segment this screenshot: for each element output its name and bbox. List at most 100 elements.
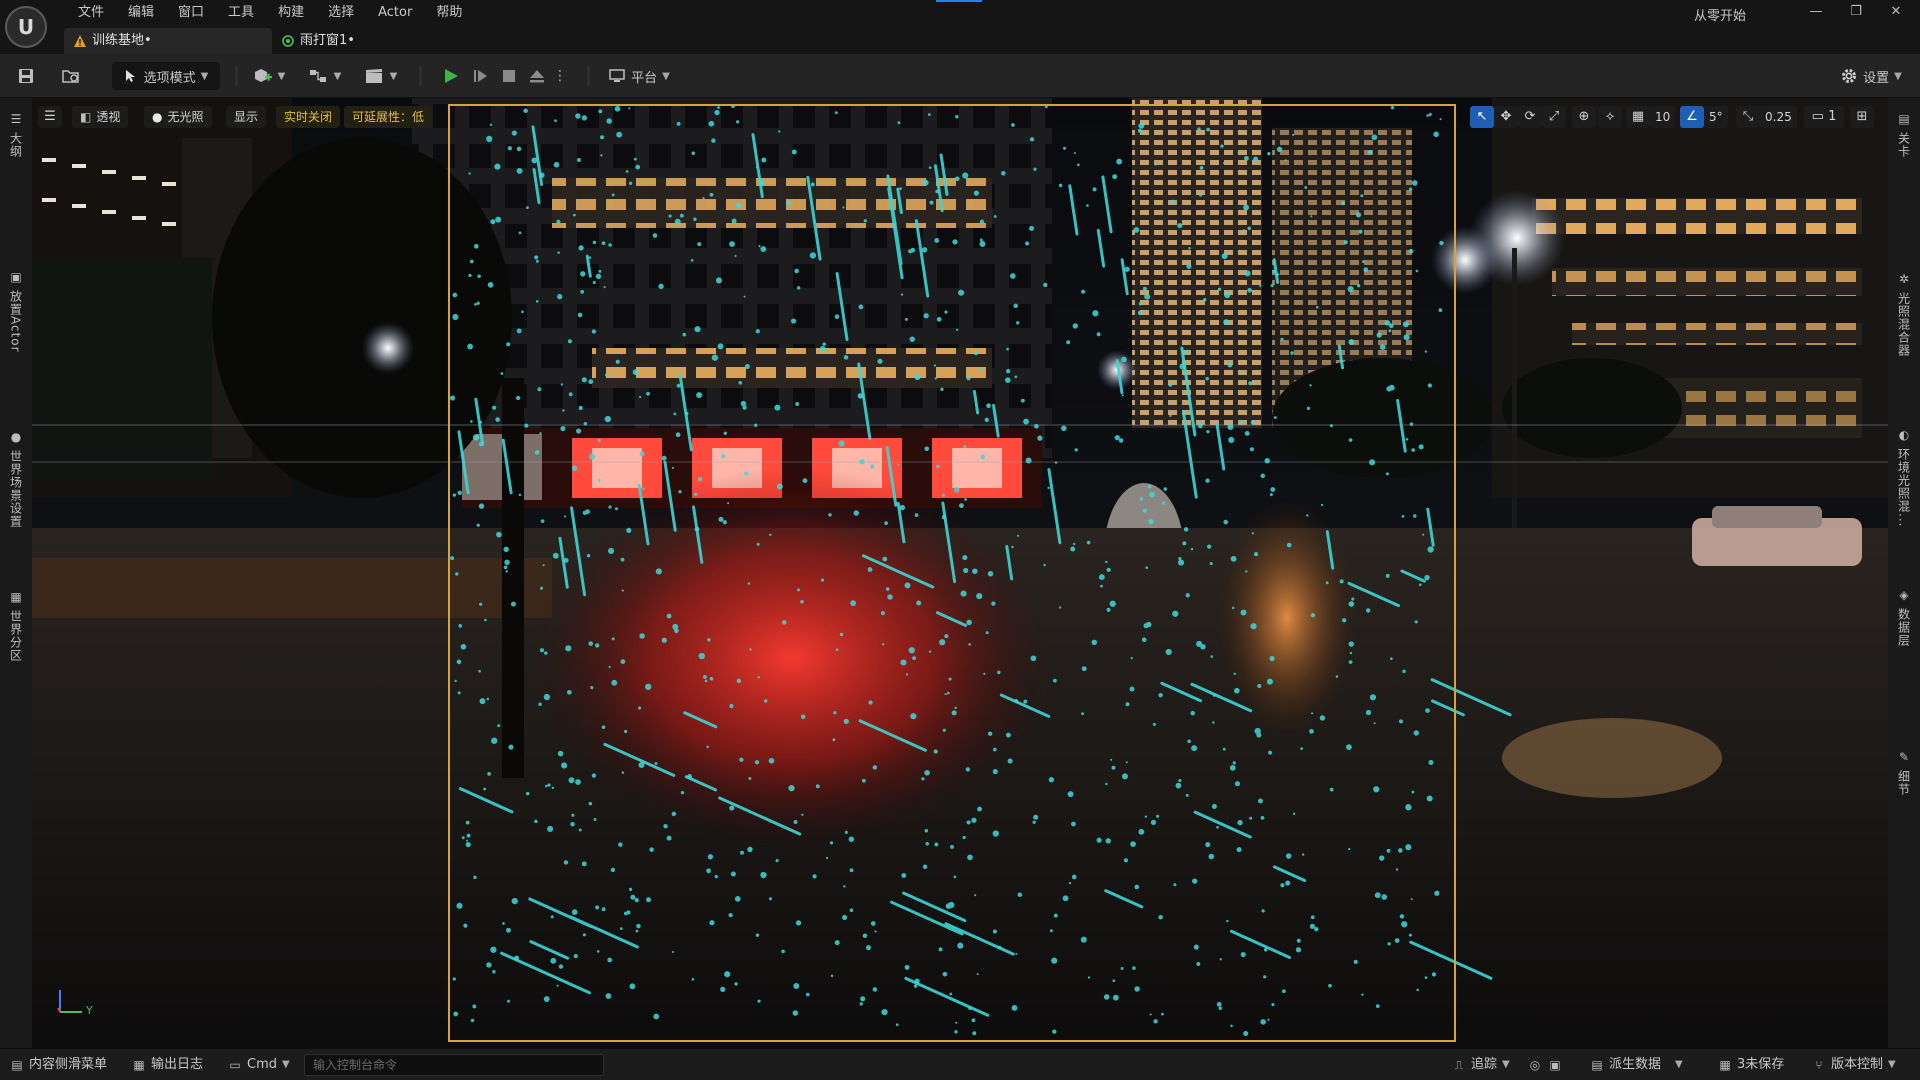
stop-button[interactable] [496,62,522,90]
level-viewport[interactable]: ☰ ◧ 透视 ● 无光照 显示 实时关闭 可延展性：低 ↖ ✥ ⟳ ⤢ ⊕ ⟡ … [32,98,1888,1048]
surface-snap-toggle[interactable]: ⟡ [1598,106,1622,128]
tab-outliner[interactable]: ☰ 大纲 [4,112,28,158]
menu-help[interactable]: 帮助 [424,4,474,24]
tab-light-mixer[interactable]: ✲ 光照混合器 [1892,272,1916,357]
perspective-toggle[interactable]: ◧ 透视 [72,106,129,128]
grid-snap-value[interactable]: 10 [1650,106,1676,128]
rain-droplet [478,442,484,447]
rain-droplet [510,601,516,607]
rain-droplet [972,568,978,574]
tab-level[interactable]: 训练基地• [64,28,272,54]
scale-tool-button[interactable]: ⤢ [1542,106,1566,128]
console-command-dropdown[interactable]: ▭ Cmd ▼ [228,1055,289,1075]
mode-select-dropdown[interactable]: 选项模式 ▼ [112,62,220,90]
translate-tool-button[interactable]: ✥ [1494,106,1518,128]
tab-world-partition-label: 世界分区 [8,610,23,662]
play-options-button[interactable]: ⋮ [552,62,568,90]
menu-build[interactable]: 构建 [266,4,316,24]
menu-actor[interactable]: Actor [366,4,424,24]
viewport-options-button[interactable]: ☰ [38,106,62,128]
rain-droplet [1310,915,1315,920]
select-tool-button[interactable]: ↖ [1470,106,1494,128]
rain-droplet [588,256,592,259]
rain-droplet [547,783,551,787]
rain-droplet [950,845,954,849]
rain-droplet [1427,546,1434,553]
world-space-toggle[interactable]: ⊕ [1572,106,1596,128]
rain-droplet [649,847,654,852]
rain-droplet [1365,608,1371,613]
content-drawer-button[interactable]: ▤ 内容侧滑菜单 [10,1055,107,1075]
rain-droplet [968,1006,972,1010]
scalability-badge[interactable]: 可延展性：低 [344,106,433,128]
rain-droplet [971,817,977,823]
realtime-off-badge[interactable]: 实时关闭 [276,106,341,128]
menu-select[interactable]: 选择 [316,4,366,24]
advance-frame-button[interactable] [468,62,494,90]
rain-droplet [929,200,934,205]
minimize-button[interactable]: — [1802,2,1830,22]
unreal-logo-icon[interactable]: U [5,6,47,48]
show-flags-button[interactable]: 显示 [226,106,267,128]
derived-data-dropdown[interactable]: ▤ 派生数据 ▼ [1590,1055,1682,1075]
tab-world-settings[interactable]: ● 世界场景设置 [4,430,28,528]
rain-droplet [781,949,785,954]
rotation-snap-value[interactable]: 5° [1704,106,1728,128]
camera-speed-button[interactable]: ▭ 1 [1804,106,1844,128]
view-mode-toggle[interactable]: ● 无光照 [144,106,212,128]
rain-droplet [1361,993,1364,996]
rain-droplet [1300,747,1304,751]
rain-droplet [905,673,909,676]
rain-droplet [1070,546,1076,552]
menu-tools[interactable]: 工具 [216,4,266,24]
rotate-tool-button[interactable]: ⟳ [1518,106,1542,128]
scale-snap-toggle[interactable]: ⤡ [1736,106,1760,128]
browse-content-button[interactable] [58,62,84,90]
rain-droplet [976,592,983,600]
menu-window[interactable]: 窗口 [166,4,216,24]
rain-droplet [581,115,588,121]
rain-droplet [962,172,969,179]
maximize-button[interactable]: ❐ [1842,2,1870,22]
tab-data-layers[interactable]: ◈ 数据层 [1892,588,1916,647]
viewport-layout-button[interactable]: ⊞ [1850,106,1874,128]
rain-droplet [1199,166,1204,170]
rain-droplet [1109,600,1116,607]
menu-edit[interactable]: 编辑 [116,4,166,24]
eject-button[interactable] [524,62,550,90]
blueprint-button[interactable]: ▼ [306,62,344,90]
menu-file[interactable]: 文件 [66,4,116,24]
tab-env-light-mixer[interactable]: ◐ 环境光照混... [1892,428,1916,527]
cinematics-button[interactable]: ▼ [362,62,400,90]
tab-place-actors[interactable]: ▣ 放置Actor [4,270,28,353]
save-button[interactable] [14,62,38,90]
grid-snap-toggle[interactable]: ▦ [1626,106,1650,128]
rain-droplet [1017,534,1020,537]
tab-levels[interactable]: ▤ 关卡 [1892,112,1916,158]
trace-dropdown[interactable]: ⎍ 追踪 ▼ [1452,1055,1510,1075]
tab-world-partition[interactable]: ▦ 世界分区 [4,590,28,662]
rain-droplet [1343,240,1348,245]
tab-material[interactable]: 雨打窗1• [272,28,422,54]
rotation-snap-toggle[interactable]: ∠ [1680,106,1704,128]
output-log-button[interactable]: ▦ 输出日志 [132,1055,203,1075]
rain-droplet [1301,853,1305,856]
record-button[interactable]: ◎ [1528,1055,1547,1075]
chevron-down-icon: ▼ [1502,1059,1510,1070]
rain-droplet [452,292,458,298]
rain-droplet [1245,570,1248,573]
add-actor-button[interactable]: ▼ [250,62,288,90]
play-button[interactable] [438,62,464,90]
unsaved-assets-button[interactable]: ▦ 3未保存 [1718,1055,1784,1075]
source-control-dropdown[interactable]: ⑂ 版本控制 ▼ [1812,1055,1895,1075]
rain-droplet [1280,883,1285,888]
content-drawer-icon: ▤ [11,1058,23,1072]
scale-snap-value[interactable]: 0.25 [1760,106,1797,128]
tab-details[interactable]: ✎ 细节 [1892,750,1916,796]
rain-droplet [992,768,998,775]
settings-dropdown[interactable]: 设置 ▼ [1834,62,1908,90]
platforms-dropdown[interactable]: 平台 ▼ [604,62,674,90]
screenshot-button[interactable]: ▣ [1548,1055,1567,1075]
close-button[interactable]: ✕ [1882,2,1910,22]
console-command-input[interactable] [304,1054,604,1076]
